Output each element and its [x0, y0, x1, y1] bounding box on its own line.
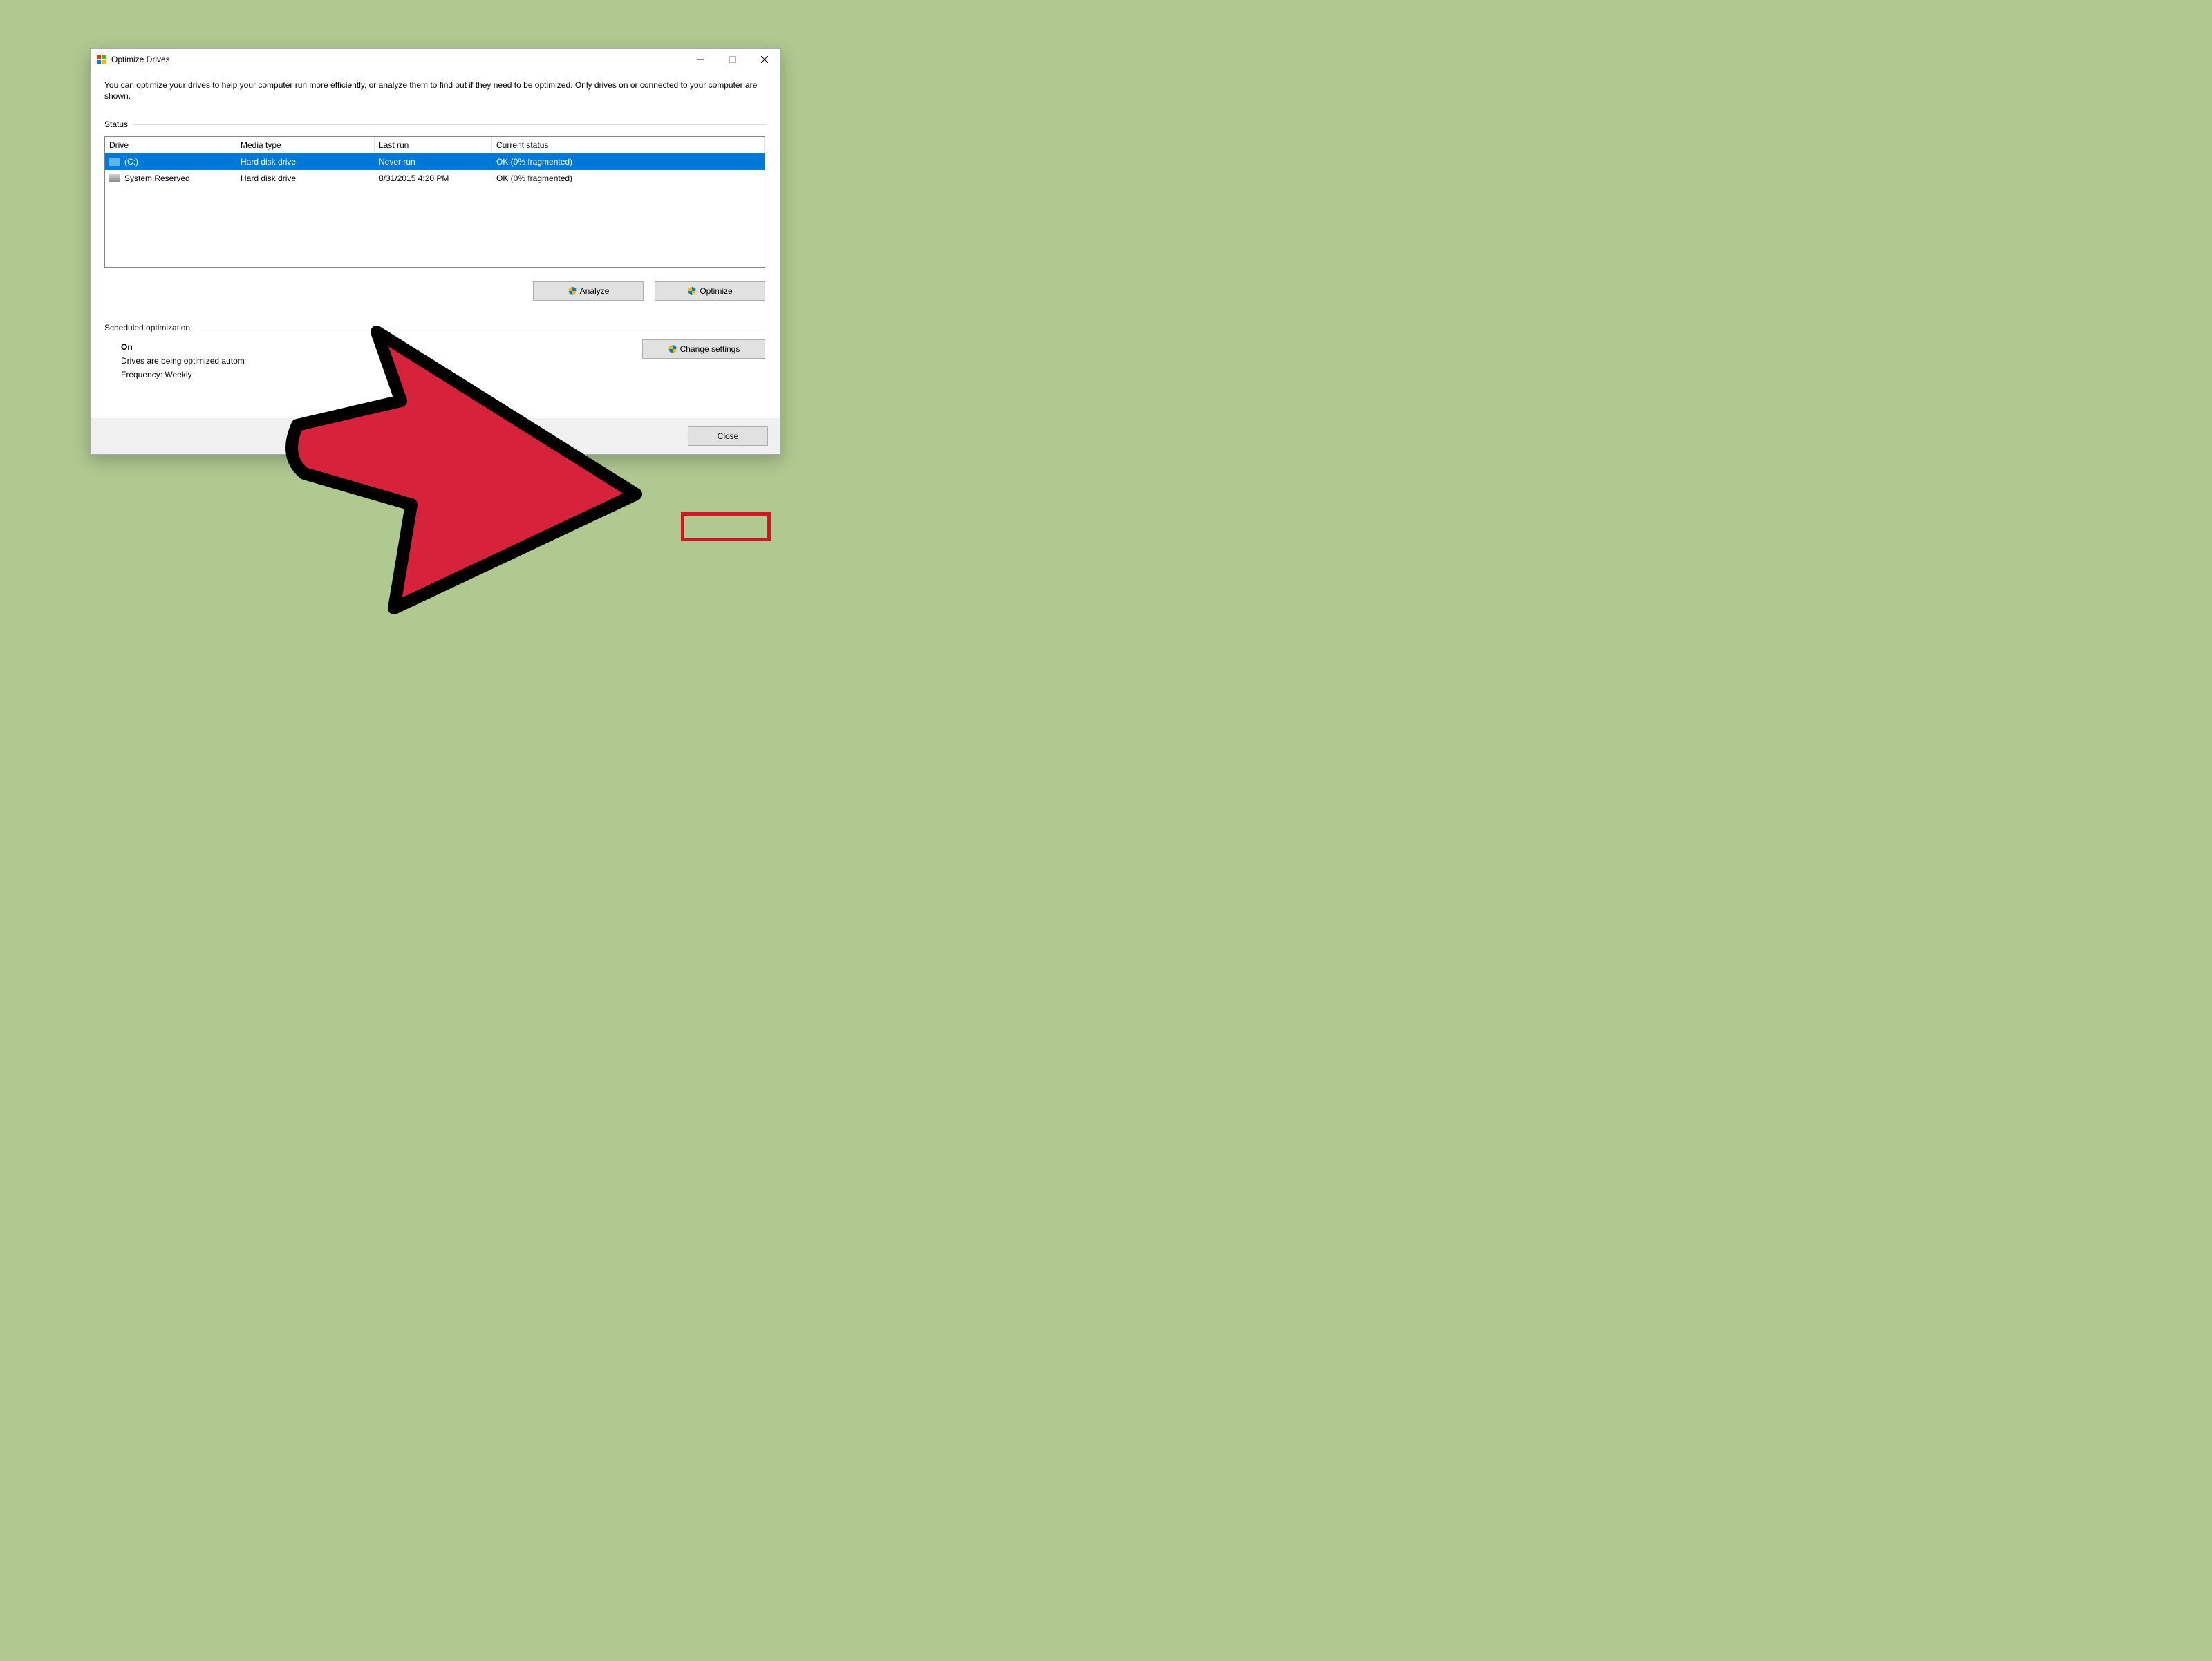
media-type: Hard disk drive [236, 170, 375, 187]
col-media[interactable]: Media type [236, 137, 375, 153]
optimize-button[interactable]: Optimize [655, 281, 765, 301]
media-type: Hard disk drive [236, 153, 375, 170]
optimize-label: Optimize [700, 286, 732, 296]
maximize-button[interactable] [717, 49, 749, 70]
last-run: Never run [375, 153, 492, 170]
status-section-header: Status [104, 120, 767, 129]
schedule-on: On [121, 342, 642, 352]
last-run: 8/31/2015 4:20 PM [375, 170, 492, 187]
drive-name: (C:) [124, 157, 138, 167]
schedule-info: On Drives are being optimized autom Freq… [104, 339, 642, 384]
defrag-app-icon [96, 54, 107, 65]
col-status[interactable]: Current status [492, 137, 765, 153]
window-title: Optimize Drives [111, 55, 170, 64]
status-label: Status [104, 120, 133, 129]
annotation-highlight-close [681, 512, 771, 541]
current-status: OK (0% fragmented) [492, 153, 765, 170]
drive-row-system-reserved[interactable]: System Reserved Hard disk drive 8/31/201… [105, 170, 765, 187]
drive-sysres-icon [109, 174, 120, 182]
analyze-button[interactable]: Analyze [533, 281, 644, 301]
divider [133, 124, 767, 125]
description-text: You can optimize your drives to help you… [104, 79, 767, 102]
schedule-section-header: Scheduled optimization [104, 323, 767, 332]
schedule-desc: Drives are being optimized autom [121, 356, 642, 366]
uac-shield-icon [568, 286, 577, 296]
schedule-row: On Drives are being optimized autom Freq… [104, 339, 767, 384]
close-button[interactable]: Close [688, 426, 768, 446]
col-last[interactable]: Last run [375, 137, 492, 153]
drive-action-buttons: Analyze Optimize [104, 281, 767, 301]
close-label: Close [718, 431, 739, 441]
uac-shield-icon [668, 344, 677, 354]
dialog-footer: Close [91, 418, 780, 454]
analyze-label: Analyze [580, 286, 610, 296]
current-status: OK (0% fragmented) [492, 170, 765, 187]
drive-c-icon [109, 158, 120, 166]
change-settings-label: Change settings [680, 344, 740, 354]
drive-name: System Reserved [124, 173, 190, 183]
content-area: You can optimize your drives to help you… [91, 70, 780, 384]
schedule-frequency: Frequency: Weekly [121, 370, 642, 379]
close-window-button[interactable] [749, 49, 780, 70]
drives-list-header[interactable]: Drive Media type Last run Current status [105, 137, 765, 153]
uac-shield-icon [687, 286, 697, 296]
col-drive[interactable]: Drive [105, 137, 236, 153]
window-controls [685, 49, 780, 70]
optimize-drives-window: Optimize Drives You can optimize your dr… [90, 48, 781, 455]
titlebar[interactable]: Optimize Drives [91, 49, 780, 70]
schedule-label: Scheduled optimization [104, 323, 196, 332]
drives-list[interactable]: Drive Media type Last run Current status… [104, 136, 765, 268]
drive-row-c[interactable]: (C:) Hard disk drive Never run OK (0% fr… [105, 153, 765, 170]
minimize-button[interactable] [685, 49, 717, 70]
change-settings-button[interactable]: Change settings [642, 339, 765, 359]
